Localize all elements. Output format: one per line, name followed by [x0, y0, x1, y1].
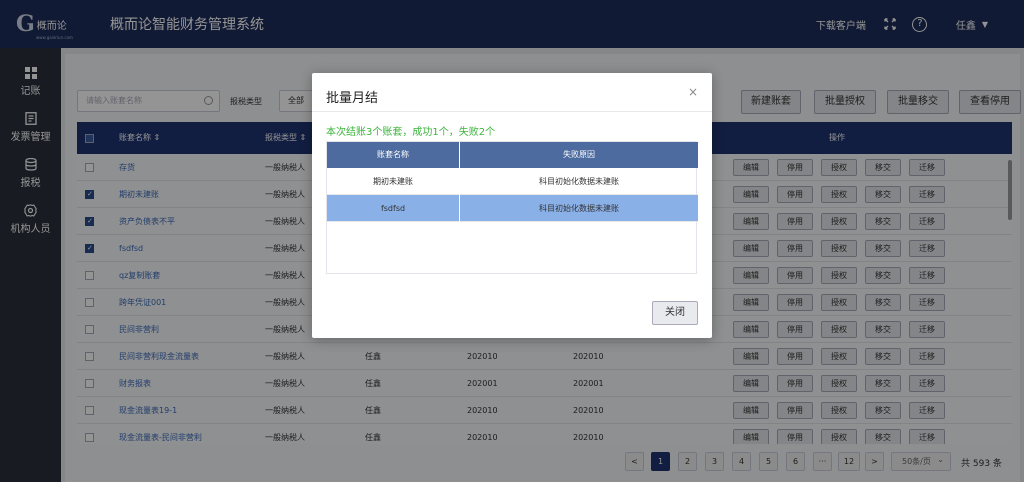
failure-reason-cell: 科目初始化数据未建账: [539, 177, 619, 186]
failure-table: 账套名称 失败原因 期初未建账 科目初始化数据未建账 fsdfsd 科目初始化数…: [326, 141, 698, 274]
account-name-cell: 期初未建账: [327, 168, 460, 194]
close-icon[interactable]: ×: [688, 85, 698, 99]
failure-reason-cell: 科目初始化数据未建账: [539, 204, 619, 213]
table-row[interactable]: fsdfsd 科目初始化数据未建账: [327, 195, 698, 222]
batch-month-close-dialog: 批量月结 × 本次结账3个账套，成功1个，失败2个 账套名称 失败原因 期初未建…: [312, 73, 712, 338]
account-name-cell: fsdfsd: [327, 195, 460, 221]
close-button[interactable]: 关闭: [652, 301, 698, 325]
dialog-divider: [312, 111, 712, 112]
table-row[interactable]: 期初未建账 科目初始化数据未建账: [327, 168, 698, 195]
failure-table-header: 账套名称 失败原因: [327, 142, 698, 168]
dialog-title: 批量月结: [326, 91, 379, 106]
result-summary: 本次结账3个账套，成功1个，失败2个: [326, 127, 496, 138]
column-header-account-name: 账套名称: [327, 142, 460, 168]
column-header-failure-reason: 失败原因: [563, 150, 595, 159]
